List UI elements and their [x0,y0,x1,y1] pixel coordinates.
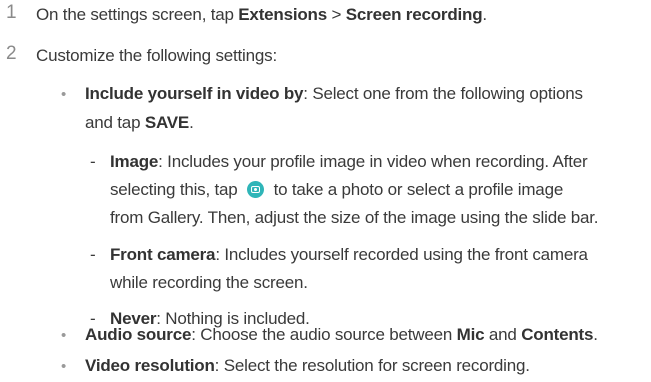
instructions-document: 1 On the settings screen, tap Extensions… [0,0,651,382]
bullet-glyph: • [61,327,67,344]
step-1-intro: On the settings screen, tap [36,5,239,24]
step-2-text: Customize the following settings: [36,46,277,65]
image-option-line-2: selecting this, tap to take a photo or s… [110,180,563,200]
dash-glyph: - [90,245,96,264]
step-1-end: . [482,5,487,24]
front-camera-line-1: Front camera: Includes yourself recorded… [110,245,588,265]
contents-label: Contents [521,325,594,344]
image-option-desc-2a: selecting this, tap [110,180,243,199]
dash-glyph: - [90,152,96,171]
step-number-1: 1 [6,2,17,23]
audio-source-end: . [593,325,598,344]
path-separator: > [327,5,346,24]
audio-source-desc: : Choose the audio source between [191,325,457,344]
camera-icon [247,181,265,198]
front-camera-label: Front camera [110,245,216,264]
image-option-desc-1: : Includes your profile image in video w… [158,152,588,171]
front-camera-desc-1: : Includes yourself recorded using the f… [215,245,588,264]
video-resolution-desc: : Select the resolution for screen recor… [214,356,530,375]
include-yourself-line-2: and tap SAVE. [85,113,194,133]
extensions-label: Extensions [238,5,327,24]
and-text: and [484,325,522,344]
front-camera-line-2: while recording the screen. [110,273,308,292]
step-1-text: On the settings screen, tap Extensions >… [36,5,487,25]
step-number-2: 2 [6,43,17,64]
image-option-line-1: Image: Includes your profile image in vi… [110,152,588,172]
audio-source-label: Audio source [85,325,192,344]
mic-label: Mic [456,325,485,344]
include-yourself-label: Include yourself in video by [85,84,304,103]
image-option-line-3: from Gallery. Then, adjust the size of t… [110,208,599,227]
bullet-glyph: • [61,86,67,103]
screen-recording-label: Screen recording [345,5,483,24]
video-resolution-line: Video resolution: Select the resolution … [85,356,530,376]
audio-source-line: Audio source: Choose the audio source be… [85,325,598,345]
include-yourself-desc: : Select one from the following options [303,84,583,103]
save-label: SAVE [144,113,190,132]
video-resolution-label: Video resolution [85,356,215,375]
image-option-label: Image [110,152,159,171]
bullet-glyph: • [61,358,67,375]
and-tap-text: and tap [85,113,145,132]
include-yourself-end: . [189,113,194,132]
image-option-desc-2b: to take a photo or select a profile imag… [269,180,564,199]
include-yourself-line-1: Include yourself in video by: Select one… [85,84,583,104]
